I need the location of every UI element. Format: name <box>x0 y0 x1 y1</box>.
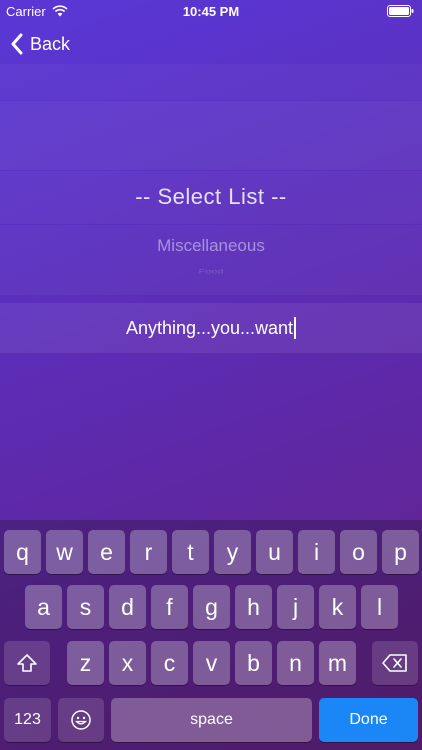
key-f[interactable]: f <box>151 585 188 629</box>
status-bar: Carrier 10:45 PM <box>0 0 422 24</box>
emoji-key[interactable] <box>58 698 104 742</box>
key-d[interactable]: d <box>109 585 146 629</box>
key-x[interactable]: x <box>109 641 146 685</box>
picker-selected-option[interactable]: -- Select List -- <box>0 184 422 210</box>
shift-key[interactable] <box>4 641 50 685</box>
space-key[interactable]: space <box>111 698 312 742</box>
item-text-field[interactable]: Anything...you...want <box>0 303 422 353</box>
key-t[interactable]: t <box>172 530 209 574</box>
key-h[interactable]: h <box>235 585 272 629</box>
key-r[interactable]: r <box>130 530 167 574</box>
key-o[interactable]: o <box>340 530 377 574</box>
key-n[interactable]: n <box>277 641 314 685</box>
emoji-icon <box>71 710 91 730</box>
delete-icon <box>382 654 407 672</box>
key-e[interactable]: e <box>88 530 125 574</box>
key-m[interactable]: m <box>319 641 356 685</box>
key-z[interactable]: z <box>67 641 104 685</box>
key-y[interactable]: y <box>214 530 251 574</box>
key-q[interactable]: q <box>4 530 41 574</box>
key-l[interactable]: l <box>361 585 398 629</box>
chevron-left-icon <box>11 33 23 55</box>
back-button[interactable]: Back <box>10 30 70 58</box>
key-w[interactable]: w <box>46 530 83 574</box>
numbers-key[interactable]: 123 <box>4 698 51 742</box>
picker-option-miscellaneous[interactable]: Miscellaneous <box>0 236 422 256</box>
key-p[interactable]: p <box>382 530 419 574</box>
key-c[interactable]: c <box>151 641 188 685</box>
key-b[interactable]: b <box>235 641 272 685</box>
key-g[interactable]: g <box>193 585 230 629</box>
battery-icon <box>387 5 414 17</box>
done-key[interactable]: Done <box>319 698 418 742</box>
picker-band <box>0 64 422 100</box>
key-k[interactable]: k <box>319 585 356 629</box>
shift-icon <box>17 654 37 672</box>
text-caret <box>294 317 297 339</box>
keyboard: q w e r t y u i o p a s d f g h j k l z … <box>0 520 422 750</box>
picker-option-food[interactable]: Food <box>0 269 422 276</box>
key-j[interactable]: j <box>277 585 314 629</box>
key-a[interactable]: a <box>25 585 62 629</box>
status-time: 10:45 PM <box>182 4 240 19</box>
key-i[interactable]: i <box>298 530 335 574</box>
key-v[interactable]: v <box>193 641 230 685</box>
back-label: Back <box>30 33 71 54</box>
key-u[interactable]: u <box>256 530 293 574</box>
delete-key[interactable] <box>372 641 418 685</box>
key-s[interactable]: s <box>67 585 104 629</box>
item-text-value: Anything...you...want <box>125 317 294 338</box>
